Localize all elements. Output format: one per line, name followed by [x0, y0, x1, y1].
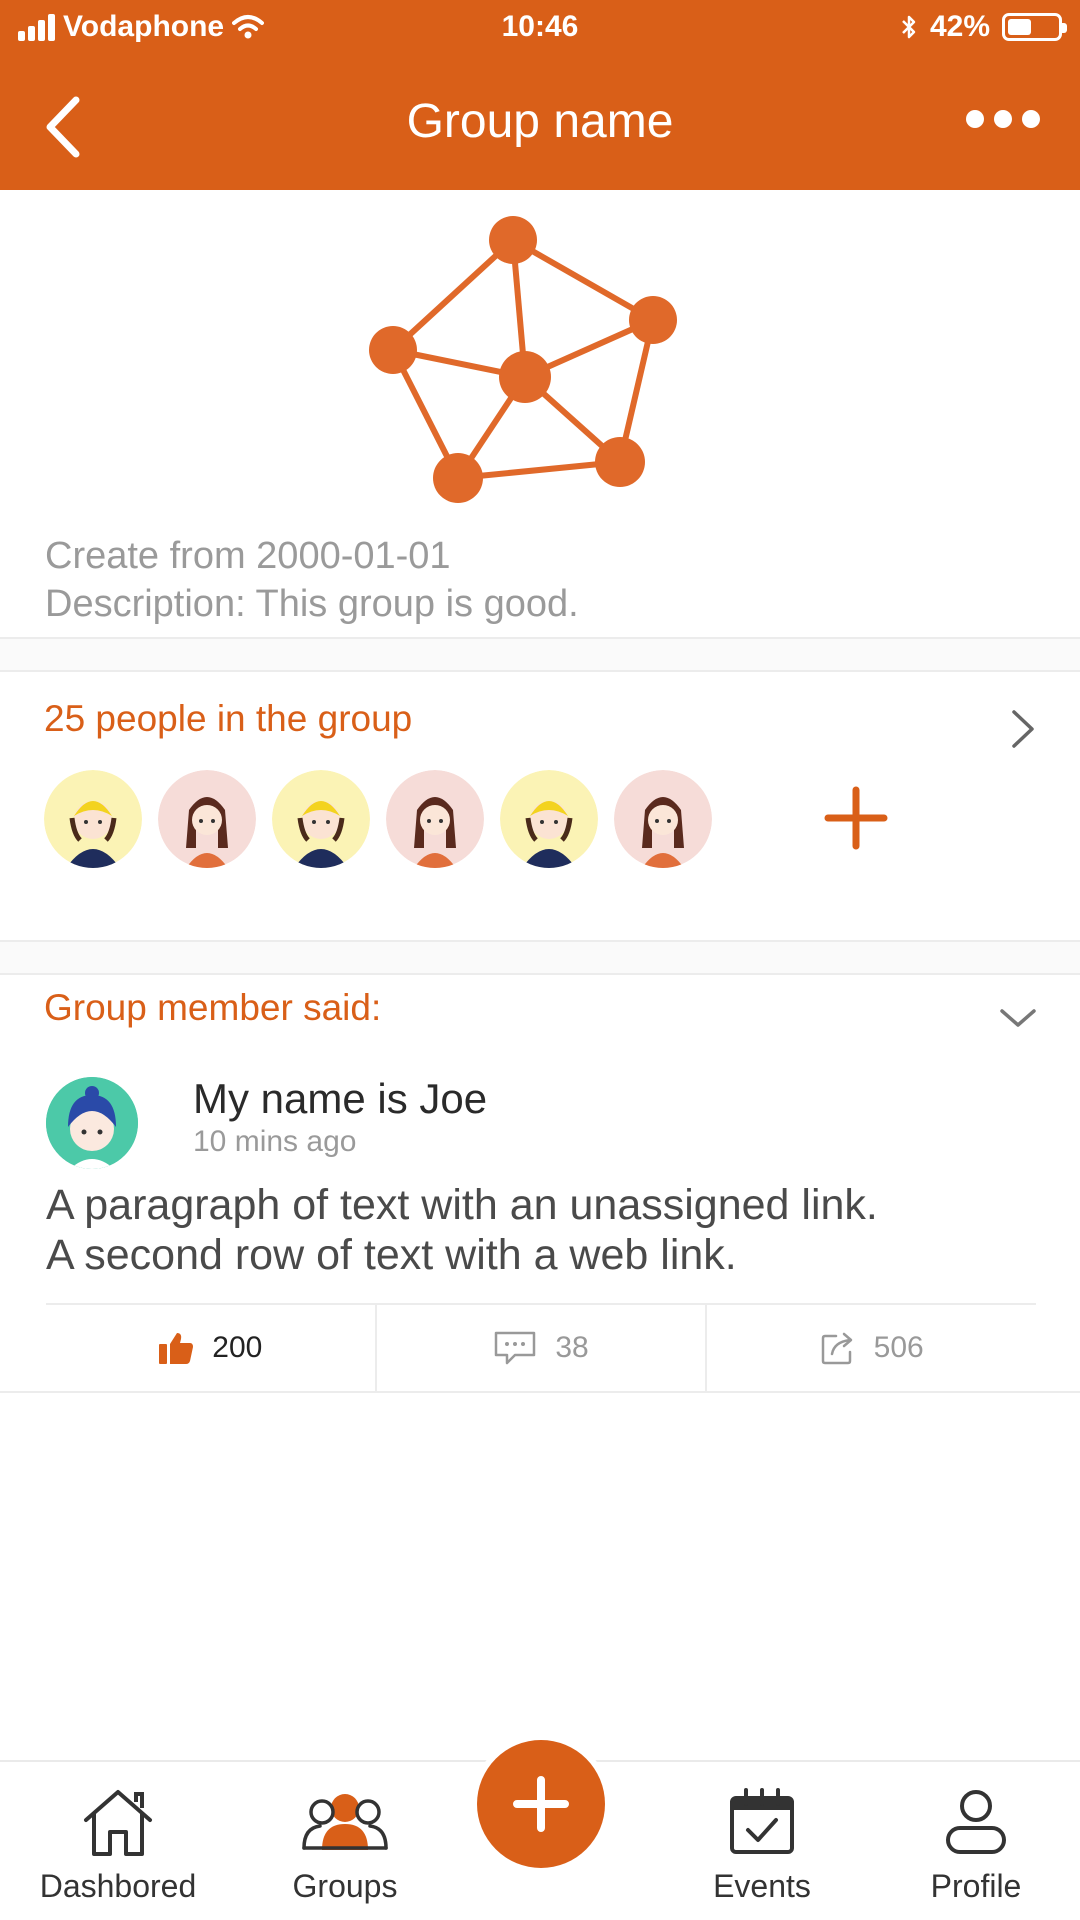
author-avatar[interactable]	[46, 1077, 138, 1169]
post-actions: 200 38 506	[46, 1303, 1036, 1391]
nav-item-dashboard[interactable]: Dashbored	[28, 1784, 208, 1905]
battery-percent: 42%	[929, 10, 990, 43]
like-button[interactable]: 200	[46, 1305, 375, 1391]
plus-icon	[824, 786, 888, 850]
nav-label-profile: Profile	[930, 1868, 1022, 1904]
nav-label-dashboard: Dashbored	[39, 1868, 197, 1904]
posts-collapse-button[interactable]	[996, 1003, 1040, 1033]
section-divider	[0, 940, 1080, 975]
comment-button[interactable]: 38	[374, 1305, 706, 1391]
plus-icon	[513, 1776, 569, 1832]
user-icon	[946, 1790, 1006, 1854]
post-text-line-1[interactable]: A paragraph of text with an unassigned l…	[46, 1181, 878, 1229]
nav-label-events: Events	[713, 1868, 811, 1904]
member-avatar-girl[interactable]	[386, 770, 484, 868]
comment-icon	[495, 1331, 536, 1365]
more-dot	[966, 110, 984, 128]
like-count: 200	[212, 1331, 263, 1364]
post-text-line-2[interactable]: A second row of text with a web link.	[46, 1231, 737, 1279]
members-chevron-button[interactable]	[1002, 704, 1042, 754]
nav-label-groups: Groups	[292, 1868, 398, 1904]
comment-count: 38	[555, 1331, 589, 1364]
section-divider	[0, 637, 1080, 672]
battery-icon	[1002, 13, 1067, 41]
nav-item-profile[interactable]: Profile	[886, 1784, 1066, 1905]
add-member-button[interactable]	[820, 782, 892, 854]
post-body: A paragraph of text with an unassigned l…	[46, 1180, 878, 1280]
posts-title: Group member said:	[44, 987, 382, 1028]
create-fab-button[interactable]	[477, 1740, 605, 1868]
group-meta: Create from 2000-01-01 Description: This…	[45, 532, 579, 628]
group-created: Create from 2000-01-01	[45, 535, 451, 577]
more-dot	[1022, 110, 1040, 128]
member-avatar-girl[interactable]	[614, 770, 712, 868]
share-button[interactable]: 506	[705, 1305, 1036, 1391]
thumbs-up-icon	[159, 1333, 194, 1364]
nav-item-events[interactable]: Events	[672, 1784, 852, 1905]
calendar-check-icon	[730, 1788, 794, 1854]
group-header: Create from 2000-01-01 Description: This…	[0, 190, 1080, 637]
member-avatar-girl[interactable]	[158, 770, 256, 868]
bluetooth-icon	[902, 15, 916, 39]
members-count-link[interactable]: 25 people in the group	[44, 698, 412, 740]
page-title: Group name	[406, 95, 674, 148]
post-author-name[interactable]: My name is Joe	[193, 1075, 487, 1123]
app-header: Vodaphone 10:46 42% Group name	[0, 0, 1080, 190]
member-avatars	[44, 770, 712, 868]
status-bar: Vodaphone 10:46 42%	[0, 0, 1080, 56]
status-right: 42%	[900, 10, 1067, 44]
member-avatar-yellow-hat[interactable]	[44, 770, 142, 868]
member-avatar-yellow-hat[interactable]	[272, 770, 370, 868]
posts-section: Group member said: My name is Joe 10 min…	[0, 975, 1080, 1393]
post-timestamp: 10 mins ago	[193, 1125, 357, 1158]
share-icon	[821, 1332, 852, 1365]
share-count: 506	[873, 1331, 924, 1364]
more-options-button[interactable]	[966, 110, 1040, 128]
members-section: 25 people in the group	[0, 672, 1080, 940]
chevron-right-icon	[1012, 710, 1034, 748]
more-dot	[994, 110, 1012, 128]
nav-row: Group name	[0, 80, 1080, 170]
groups-icon	[302, 1794, 388, 1850]
member-avatar-yellow-hat[interactable]	[500, 770, 598, 868]
home-icon	[84, 1790, 152, 1856]
nav-item-groups[interactable]: Groups	[255, 1784, 435, 1905]
group-description: Description: This group is good.	[45, 583, 579, 625]
chevron-down-icon	[1000, 1009, 1036, 1027]
network-graph-icon	[369, 216, 677, 503]
